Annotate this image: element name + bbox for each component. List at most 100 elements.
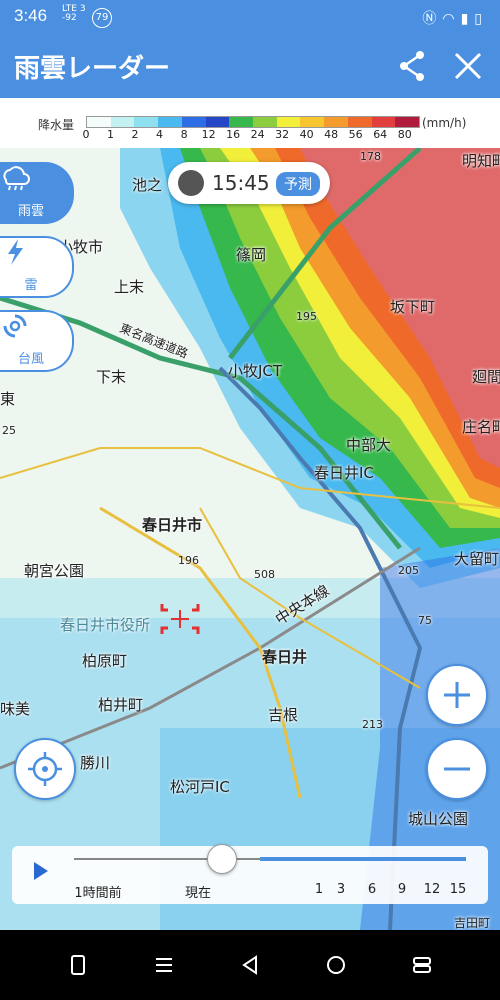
battery-icon: ▯ xyxy=(474,11,488,27)
map-label: 廻間 xyxy=(472,368,500,386)
legend-tick: 12 xyxy=(201,128,216,141)
network-indicator: LTE 3 -92 xyxy=(62,4,86,23)
home-icon[interactable] xyxy=(324,953,348,977)
legend-swatch xyxy=(276,117,301,127)
map-label: 篠岡 xyxy=(236,246,267,264)
lightning-icon xyxy=(8,239,23,265)
minus-icon xyxy=(444,767,470,771)
legend-tick: 24 xyxy=(250,128,265,141)
legend-label: 降水量 xyxy=(38,118,75,132)
close-icon[interactable] xyxy=(450,48,486,84)
road-number: 195 xyxy=(296,310,317,323)
forecast-label: 予測 xyxy=(276,172,320,196)
legend-tick: 1 xyxy=(107,128,115,141)
map-label: 大留町 xyxy=(454,550,500,568)
forecast-time-badge: 15:45 予測 xyxy=(168,162,330,204)
legend-tick: 40 xyxy=(299,128,314,141)
map-label: 明知町 xyxy=(462,152,500,170)
back-icon[interactable] xyxy=(238,953,262,977)
cloud-rain-icon xyxy=(3,166,30,191)
map-label: 春日井IC xyxy=(314,464,374,482)
forecast-time: 15:45 xyxy=(212,171,270,195)
legend-swatch xyxy=(110,117,135,127)
legend-swatch xyxy=(158,117,182,127)
timeline-label: 9 xyxy=(397,882,407,897)
layer-button-rain[interactable]: 雨雲 xyxy=(0,162,74,224)
zoom-in-button[interactable] xyxy=(426,664,488,726)
layer-button-typhoon[interactable]: 台風 xyxy=(0,310,74,372)
legend-swatch xyxy=(253,117,277,127)
zoom-out-button[interactable] xyxy=(426,738,488,800)
plus-icon xyxy=(444,682,470,708)
road-number: 75 xyxy=(418,614,432,627)
legend-swatch xyxy=(229,117,254,127)
status-icons: Ⓝ◠▮▯ xyxy=(422,8,488,28)
map-label: 坂下町 xyxy=(390,298,436,316)
road-number: 205 xyxy=(398,564,419,577)
map-label: 柏原町 xyxy=(82,652,128,670)
legend-swatch xyxy=(181,117,206,127)
road-number: 196 xyxy=(178,554,199,567)
timeline-label: 6 xyxy=(367,882,377,897)
map-label: 柏井町 xyxy=(98,696,144,714)
timeline-label: 12 xyxy=(423,882,441,897)
timeline-label: 1 xyxy=(314,882,324,897)
layer-label: 雨雲 xyxy=(17,204,44,219)
crosshair-icon xyxy=(28,752,62,786)
map-label: 東 xyxy=(0,390,16,408)
map-label: 中部大 xyxy=(346,436,392,454)
map-label: 春日井 xyxy=(262,648,308,666)
map-label: 城山公園 xyxy=(408,810,469,828)
play-icon[interactable] xyxy=(34,862,48,880)
signal-icon: ▮ xyxy=(460,11,475,27)
legend-tick: 16 xyxy=(226,128,241,141)
precipitation-legend: 降水量 0 1 2 4 8 12 16 24 32 40 48 56 64 80 (mm/h) xyxy=(0,98,500,149)
notification-badge: 79 xyxy=(92,8,112,28)
screenshot-icon[interactable] xyxy=(66,953,90,977)
timeline-label: 15 xyxy=(449,882,467,897)
legend-tick: 0 xyxy=(82,128,90,141)
legend-tick: 8 xyxy=(180,128,188,141)
legend-swatch xyxy=(371,117,396,127)
timeline-future-track xyxy=(260,857,466,861)
timeline-label: 現在 xyxy=(184,886,212,901)
recent-apps-icon[interactable] xyxy=(152,953,176,977)
legend-swatch xyxy=(300,117,325,127)
legend-swatch xyxy=(205,117,230,127)
switch-icon[interactable] xyxy=(410,953,434,977)
legend-tick: 4 xyxy=(156,128,164,141)
system-navigation-bar xyxy=(0,930,500,1000)
road-number: 178 xyxy=(360,150,381,163)
road-number: 213 xyxy=(362,718,383,731)
map-label: 池之 xyxy=(132,176,163,194)
map-label: 勝川 xyxy=(80,754,111,772)
legend-swatch xyxy=(395,117,420,127)
map-label: 吉田町 xyxy=(454,916,491,930)
layer-button-lightning[interactable]: 雷 xyxy=(0,236,74,298)
legend-unit: (mm/h) xyxy=(422,116,467,130)
map-label: 味美 xyxy=(0,700,31,718)
map-label: 春日井市役所 xyxy=(60,616,151,634)
app-bar: 雨雲レーダー xyxy=(0,34,500,98)
status-time: 3:46 xyxy=(14,6,48,25)
legend-tick: 48 xyxy=(324,128,339,141)
timeline-label: 3 xyxy=(336,882,346,897)
map-label: 春日井市 xyxy=(142,516,203,534)
legend-tick: 32 xyxy=(275,128,290,141)
nfc-icon: Ⓝ xyxy=(422,11,443,27)
legend-swatch xyxy=(87,117,111,127)
legend-tick: 2 xyxy=(131,128,139,141)
map-label: 吉根 xyxy=(268,706,299,724)
radar-map[interactable]: 池之 小牧市 篠岡 上末 坂下町 下末 小牧JCT 東名高速道路 中部大 春日井… xyxy=(0,148,500,930)
legend-swatch xyxy=(347,117,372,127)
map-label: 小牧JCT xyxy=(228,362,283,380)
legend-swatch xyxy=(324,117,348,127)
layer-label: 雷 xyxy=(24,278,38,293)
share-icon[interactable] xyxy=(394,48,430,84)
legend-tick: 56 xyxy=(348,128,363,141)
legend-tick: 80 xyxy=(397,128,412,141)
current-location-button[interactable] xyxy=(14,738,76,800)
legend-tick: 64 xyxy=(373,128,388,141)
timeline-slider-handle[interactable] xyxy=(207,844,237,874)
map-label: 庄名町 xyxy=(462,418,500,436)
